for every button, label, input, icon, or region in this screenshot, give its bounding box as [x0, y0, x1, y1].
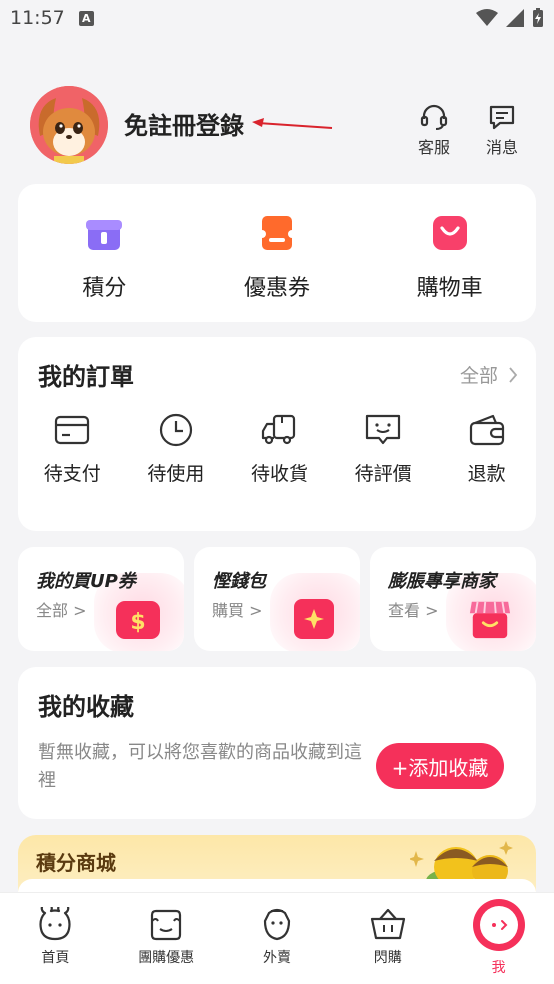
points-button[interactable]: 積分 [18, 184, 191, 322]
points-label: 積分 [82, 276, 127, 301]
svg-text:$: $ [130, 610, 145, 635]
promo-title: 膨脹專享商家 [388, 571, 496, 592]
orders-title: 我的訂單 [38, 363, 134, 391]
truck-icon [262, 414, 296, 445]
home-bear-icon [39, 907, 71, 941]
cart-button[interactable]: 購物車 [363, 184, 536, 322]
review-icon [365, 414, 401, 445]
order-label: 待支付 [43, 463, 101, 485]
dollar-coupon-icon: $ [116, 601, 160, 639]
order-pending-use[interactable]: 待使用 [127, 413, 226, 486]
messages-button[interactable]: 消息 [474, 104, 530, 158]
tab-label: 閃購 [373, 950, 402, 966]
favorites-card: 我的收藏 暫無收藏，可以將您喜歡的商品收藏到這裡 +添加收藏 [18, 667, 536, 819]
signal-icon [506, 9, 524, 27]
notification-icon: A [78, 10, 94, 26]
orders-all-link[interactable]: 全部 [460, 361, 518, 388]
coupon-icon [262, 216, 292, 250]
avatar[interactable] [30, 86, 108, 164]
cart-bag-icon [432, 216, 467, 250]
login-link[interactable]: 免註冊登錄 [124, 106, 244, 141]
group-buy-icon [151, 909, 182, 941]
customer-service-button[interactable]: 客服 [406, 104, 462, 158]
profile-header: 免註冊登錄 客服 消息 [30, 86, 530, 166]
coupons-label: 優惠券 [244, 276, 311, 301]
headset-icon [420, 104, 448, 130]
tab-home[interactable]: 首頁 [0, 893, 111, 984]
basket-icon [370, 908, 405, 940]
takeaway-icon [263, 908, 291, 941]
tab-label: 團購優惠 [138, 950, 195, 966]
wifi-icon [476, 9, 498, 26]
tab-me[interactable]: 我 [443, 893, 554, 984]
squirrel-avatar-icon [30, 86, 108, 164]
promo-title: 慳錢包 [212, 571, 266, 592]
favorites-empty-text: 暫無收藏，可以將您喜歡的商品收藏到這裡 [38, 742, 362, 791]
message-label: 消息 [485, 138, 518, 157]
points-mall-title: 積分商城 [36, 851, 116, 875]
promo-upgrade-coupon[interactable]: 我的買UP券 全部 > $ [18, 547, 184, 651]
card-icon [55, 415, 90, 445]
cart-label: 購物車 [416, 276, 483, 301]
service-label: 客服 [417, 138, 450, 157]
order-pending-payment[interactable]: 待支付 [23, 413, 122, 486]
coupons-button[interactable]: 優惠券 [191, 184, 364, 322]
bottom-tab-bar: 首頁 團購優惠 外賣 閃購 我 [0, 892, 554, 984]
annotation-arrow [252, 118, 333, 129]
promo-subtitle: 購買 > [212, 601, 263, 620]
orders-all-label: 全部 [459, 365, 498, 387]
wallet-icon [469, 414, 504, 446]
red-envelope-icon [294, 599, 334, 639]
order-pending-review[interactable]: 待評價 [334, 413, 433, 486]
status-time: 11:57 [10, 7, 65, 29]
message-icon [489, 105, 515, 130]
order-pending-delivery[interactable]: 待收貨 [230, 413, 329, 486]
chevron-right-icon [509, 366, 518, 383]
order-label: 退款 [467, 463, 506, 485]
orders-card: 我的訂單 全部 待支付 待使用 待收貨 待評價 退款 [18, 337, 536, 531]
order-label: 待評價 [354, 463, 412, 485]
promo-title: 我的買UP券 [36, 571, 136, 592]
battery-icon [533, 8, 543, 27]
add-favorite-button[interactable]: +添加收藏 [376, 743, 504, 789]
promo-savings-pack[interactable]: 慳錢包 購買 > [194, 547, 360, 651]
tab-label: 首頁 [41, 950, 70, 966]
gift-icon [86, 220, 123, 250]
clock-icon [159, 413, 192, 447]
status-bar: 11:57 A [0, 0, 554, 36]
me-icon [472, 899, 525, 951]
order-label: 待收貨 [250, 463, 308, 485]
order-refund[interactable]: 退款 [437, 413, 536, 486]
shop-icon [469, 601, 511, 639]
tab-label: 我 [491, 960, 506, 976]
order-label: 待使用 [147, 463, 205, 485]
promo-subtitle: 查看 > [388, 601, 439, 620]
promo-exclusive-merchants[interactable]: 膨脹專享商家 查看 > [370, 547, 536, 651]
tab-group-buy[interactable]: 團購優惠 [111, 893, 222, 984]
promo-subtitle: 全部 > [36, 601, 87, 620]
tab-label: 外賣 [262, 950, 291, 966]
tab-takeaway[interactable]: 外賣 [222, 893, 333, 984]
quick-access-card: 積分 優惠券 購物車 [18, 184, 536, 322]
tab-flash-buy[interactable]: 閃購 [332, 893, 443, 984]
favorites-title: 我的收藏 [38, 693, 134, 721]
